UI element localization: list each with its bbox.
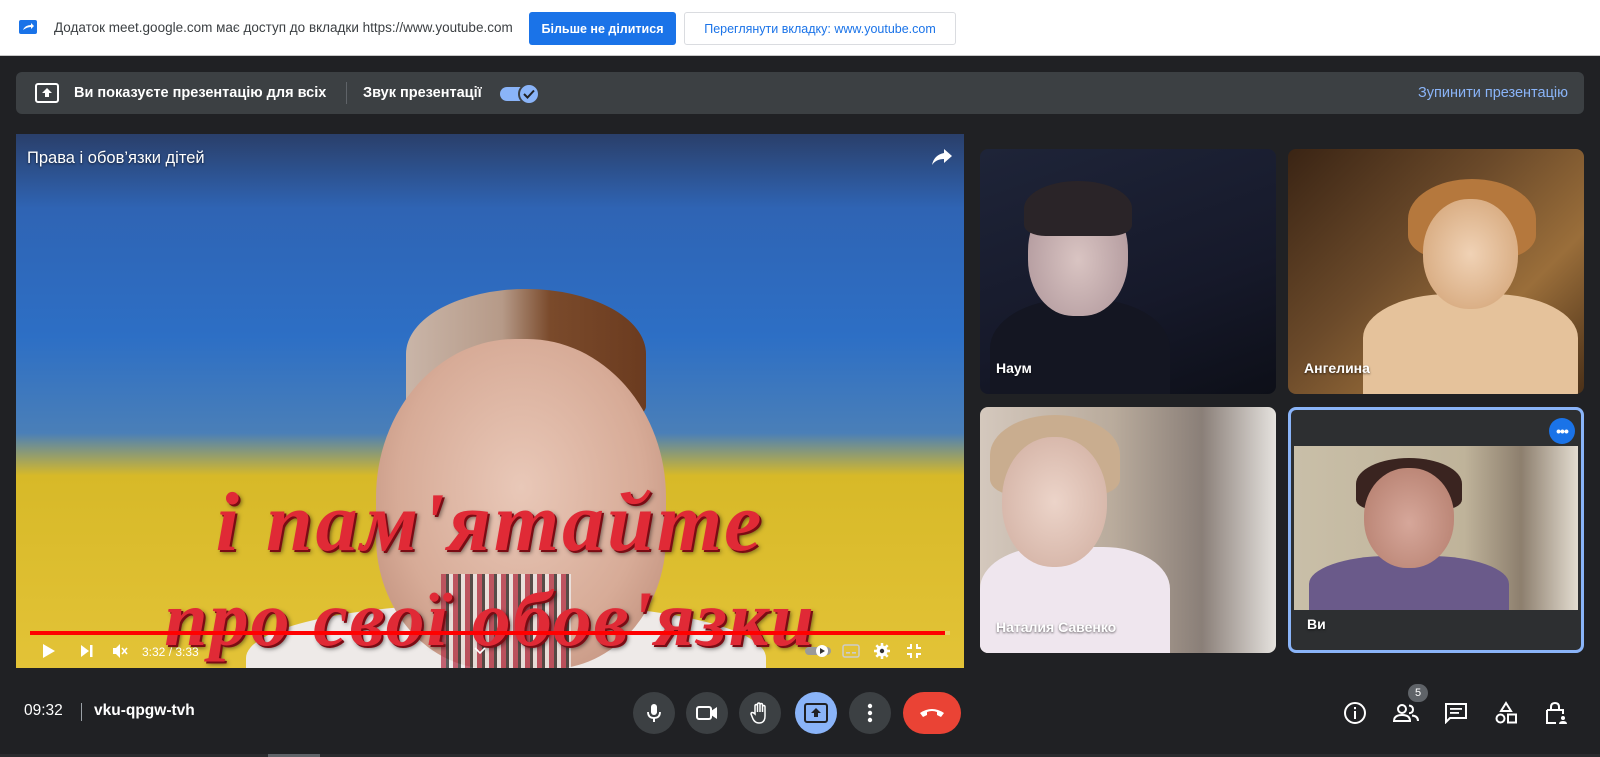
microphone-icon [647, 704, 661, 722]
more-vert-icon [867, 703, 873, 723]
present-screen-icon [35, 83, 59, 103]
participant-tile[interactable]: Наум [980, 149, 1276, 394]
video-time: 3:32 / 3:33 [142, 645, 199, 659]
shared-video[interactable]: Права і обов’язки дітей і пам'ятайте про… [16, 134, 964, 668]
microphone-button[interactable] [633, 692, 675, 734]
tab-share-infobar: Додаток meet.google.com має доступ до вк… [0, 0, 1600, 56]
bottom-divider [81, 703, 82, 721]
more-options-button[interactable] [849, 692, 891, 734]
participant-face [1364, 468, 1454, 568]
participant-face [1002, 437, 1107, 567]
presenting-text: Ви показуєте презентацію для всіх [74, 85, 327, 101]
people-icon [1393, 704, 1419, 722]
exit-fullscreen-icon[interactable] [906, 642, 922, 660]
raise-hand-button[interactable] [739, 692, 781, 734]
camera-icon [696, 706, 717, 720]
participant-video [1363, 294, 1578, 394]
share-arrow-icon[interactable] [930, 147, 954, 167]
presentation-banner: Ви показуєте презентацію для всіх Звук п… [16, 72, 1584, 114]
chevron-down-icon[interactable] [474, 642, 486, 660]
hang-up-icon [920, 709, 944, 717]
camera-button[interactable] [686, 692, 728, 734]
view-tab-button[interactable]: Переглянути вкладку: www.youtube.com [684, 12, 956, 45]
present-button[interactable] [795, 692, 837, 734]
meeting-code: vku-qpgw-tvh [94, 702, 195, 719]
participant-face [1423, 199, 1518, 309]
leave-call-button[interactable] [903, 692, 961, 734]
autoplay-toggle-icon[interactable] [804, 642, 832, 660]
meeting-details-button[interactable] [1340, 698, 1370, 728]
host-controls-button[interactable] [1541, 698, 1571, 728]
stop-sharing-button[interactable]: Більше не ділитися [529, 12, 676, 45]
participant-name: Ангелина [1304, 360, 1370, 376]
people-count-badge: 5 [1408, 684, 1428, 702]
video-title[interactable]: Права і обов’язки дітей [27, 149, 205, 168]
presentation-audio-toggle[interactable] [500, 83, 540, 105]
self-tile[interactable]: ••• Ви [1288, 407, 1584, 653]
caption-line-1: і пам'ятайте [215, 476, 765, 569]
people-button[interactable] [1391, 698, 1421, 728]
meeting-clock: 09:32 [24, 702, 63, 719]
participant-name: Наталия Савенко [996, 619, 1117, 635]
shapes-icon [1495, 701, 1517, 724]
check-icon [518, 83, 540, 105]
video-controls: 3:32 / 3:33 [16, 634, 964, 668]
activities-button[interactable] [1491, 698, 1521, 728]
participant-name: Ви [1307, 616, 1326, 632]
info-icon [1344, 702, 1366, 724]
present-screen-icon [804, 703, 828, 723]
chat-button[interactable] [1441, 698, 1471, 728]
participant-hair [1024, 181, 1132, 236]
lock-person-icon [1546, 701, 1567, 724]
hand-icon [750, 702, 766, 724]
share-message: Додаток meet.google.com має доступ до вк… [54, 20, 513, 35]
presentation-audio-label: Звук презентації [363, 85, 482, 101]
banner-divider [346, 82, 347, 104]
subtitles-icon[interactable] [842, 642, 860, 660]
participant-name: Наум [996, 360, 1032, 376]
mute-icon[interactable] [112, 642, 128, 660]
self-video [1294, 446, 1578, 610]
participant-video [980, 547, 1170, 653]
chat-icon [1445, 703, 1467, 724]
participant-tile[interactable]: Наталия Савенко [980, 407, 1276, 653]
next-icon[interactable] [80, 642, 94, 660]
settings-gear-icon[interactable] [874, 642, 890, 660]
tab-share-icon [19, 20, 37, 34]
more-options-icon[interactable]: ••• [1549, 418, 1575, 444]
participant-tile[interactable]: Ангелина [1288, 149, 1584, 394]
stop-presentation-button[interactable]: Зупинити презентацію [1418, 85, 1568, 101]
play-icon[interactable] [42, 642, 56, 660]
